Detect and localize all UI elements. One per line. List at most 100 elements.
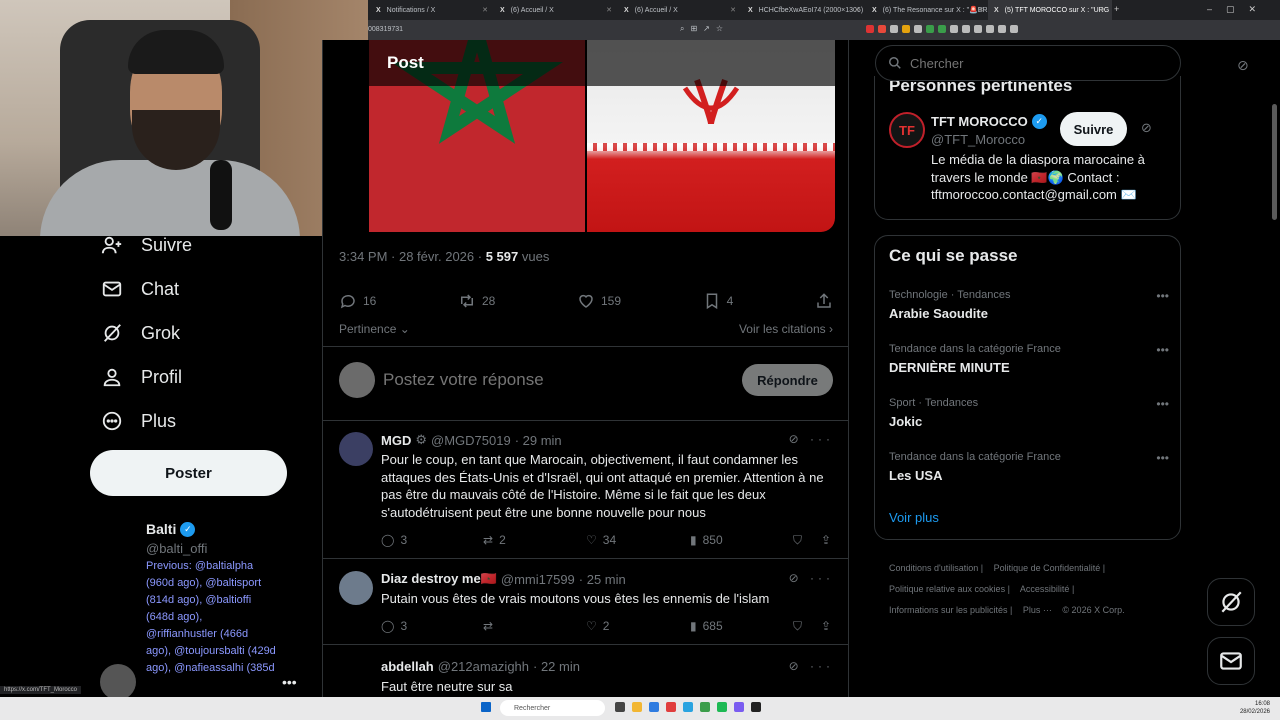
page-scrollbar[interactable] xyxy=(1272,104,1277,220)
trend-more-icon[interactable]: ••• xyxy=(1156,343,1169,357)
sort-dropdown[interactable]: Pertinence ⌄ xyxy=(339,322,410,336)
nav-item-suivre[interactable]: Suivre xyxy=(100,233,192,257)
browser-tab[interactable]: X (6) Accueil / X ✕ xyxy=(494,0,618,20)
trend-item[interactable]: Technologie · Tendances Arabie Saoudite … xyxy=(889,289,1169,321)
browser-tab[interactable]: X (6) Accueil / X ✕ xyxy=(618,0,742,20)
trend-item[interactable]: Sport · Tendances Jokic ••• xyxy=(889,397,1169,429)
browser-tab[interactable]: X Notifications / X ✕ xyxy=(370,0,494,20)
tab-close-icon[interactable]: ✕ xyxy=(978,6,984,14)
nav-item-grok[interactable]: Grok xyxy=(100,321,180,345)
browser-tab[interactable]: X HCHCfbeXwAEoI74 (2000×1306) ✕ xyxy=(742,0,866,20)
share-action[interactable]: ⇪ xyxy=(821,533,831,547)
tweet-menu-icon[interactable]: ⊘ ··· xyxy=(789,432,834,446)
quotes-link-text: Voir les citations xyxy=(738,322,826,336)
like-action[interactable]: ♡ 34 xyxy=(586,533,616,547)
tft-name-text: TFT MOROCCO xyxy=(931,114,1028,129)
browser-tab[interactable]: X (6) The Resonance sur X : "🚨BREAK ✕ xyxy=(866,0,990,20)
windows-start-icon[interactable] xyxy=(481,702,491,712)
new-tab-icon[interactable]: + xyxy=(1114,4,1119,14)
bookmark-action[interactable]: 4 xyxy=(703,292,733,310)
footer-link[interactable]: Conditions d'utilisation | xyxy=(889,563,983,573)
tab-close-icon[interactable]: ✕ xyxy=(854,6,860,14)
block-icon[interactable]: ⊘ xyxy=(1141,120,1152,136)
tweet-author-handle[interactable]: @mmi17599 xyxy=(501,572,575,587)
tweet-author-name[interactable]: abdellah xyxy=(381,659,434,674)
views-action[interactable]: ▮ 685 xyxy=(690,619,723,633)
tft-name[interactable]: TFT MOROCCO ✓ xyxy=(931,114,1047,129)
trend-more-icon[interactable]: ••• xyxy=(1156,289,1169,303)
taskbar-clock[interactable]: 16:08 28/02/2026 xyxy=(1240,700,1270,716)
account-avatar[interactable] xyxy=(100,664,136,700)
taskbar-search[interactable]: Rechercher xyxy=(500,700,605,716)
trend-more-icon[interactable]: ••• xyxy=(1156,397,1169,411)
footer-link[interactable]: Plus ··· xyxy=(1023,605,1052,615)
browser-tab-active[interactable]: X (5) TFT MOROCCO sur X : "URG ✕ xyxy=(988,0,1112,20)
bookmark-action[interactable]: ⛉ xyxy=(793,533,802,548)
reply-tweet[interactable]: Diaz destroy me🇲🇦 @mmi17599 · 25 min ⊘ ·… xyxy=(323,559,848,645)
tft-handle[interactable]: @TFT_Morocco xyxy=(931,132,1025,147)
tweet-author-name[interactable]: MGD xyxy=(381,433,411,448)
address-tools-icon[interactable]: ⌕⊞↗☆ xyxy=(680,24,729,34)
tab-label: (6) Accueil / X xyxy=(634,6,678,14)
tab-close-icon[interactable]: ✕ xyxy=(482,6,488,14)
tweet-author-handle[interactable]: @MGD75019 xyxy=(431,433,511,448)
nav-item-chat[interactable]: Chat xyxy=(100,277,179,301)
share-action[interactable] xyxy=(815,292,833,310)
tft-avatar[interactable]: TF xyxy=(889,112,925,148)
see-more-link[interactable]: Voir plus xyxy=(889,510,939,525)
footer-link[interactable]: Politique relative aux cookies | xyxy=(889,584,1010,594)
tweet-menu-icon[interactable]: ⊘ ··· xyxy=(789,571,834,585)
footer-link[interactable]: Informations sur les publicités | xyxy=(889,605,1012,615)
reply-tweet[interactable]: abdellah @212amazighh · 22 min ⊘ ··· Fau… xyxy=(323,645,848,700)
messages-fab[interactable] xyxy=(1207,637,1255,685)
tweet-time[interactable]: · 22 min xyxy=(533,659,580,674)
reply-count: 16 xyxy=(363,294,377,308)
status-url: https://x.com/TFT_Morocco xyxy=(0,686,82,694)
tweet-author-name[interactable]: Diaz destroy me🇲🇦 xyxy=(381,571,497,587)
post-timestamp[interactable]: 3:34 PM · 28 févr. 2026 · xyxy=(339,249,486,264)
repost-action[interactable]: 28 xyxy=(458,292,495,310)
tweet-time[interactable]: · 29 min xyxy=(515,433,562,448)
post-button[interactable]: Poster xyxy=(90,450,287,496)
footer-link[interactable]: Politique de Confidentialité | xyxy=(994,563,1105,573)
share-action[interactable]: ⇪ xyxy=(821,619,831,633)
window-controls[interactable]: –▢✕ xyxy=(1207,4,1270,15)
tweet-menu-icon[interactable]: ⊘ ··· xyxy=(789,659,834,673)
footer-link[interactable]: Accessibilité | xyxy=(1020,584,1074,594)
like-action[interactable]: 159 xyxy=(577,292,621,310)
nav-item-profil[interactable]: Profil xyxy=(100,365,182,389)
trend-item[interactable]: Tendance dans la catégorie France Les US… xyxy=(889,451,1169,483)
trend-item[interactable]: Tendance dans la catégorie France DERNIÈ… xyxy=(889,343,1169,375)
repost-action[interactable]: ⇄ xyxy=(483,619,493,633)
extension-icons[interactable] xyxy=(866,25,1018,33)
quotes-link[interactable]: Voir les citations › xyxy=(739,322,833,336)
trend-more-icon[interactable]: ••• xyxy=(1156,451,1169,465)
account-more-icon[interactable]: ••• xyxy=(282,674,297,690)
views-action[interactable]: ▮ 850 xyxy=(690,533,723,547)
tweet-avatar[interactable] xyxy=(339,432,373,466)
nav-item-plus[interactable]: Plus xyxy=(100,409,176,433)
tab-close-icon[interactable]: ✕ xyxy=(730,6,736,14)
reply-action[interactable]: ◯ 3 xyxy=(381,533,407,547)
search-input[interactable] xyxy=(910,55,1150,71)
reply-action[interactable]: ◯ 3 xyxy=(381,619,407,633)
bookmark-action[interactable]: ⛉ xyxy=(793,619,802,634)
block-icon[interactable]: ⊘ xyxy=(1237,57,1249,74)
like-action[interactable]: ♡ 2 xyxy=(586,619,609,633)
reply-action[interactable]: 16 xyxy=(339,292,376,310)
repost-action[interactable]: ⇄ 2 xyxy=(483,533,506,547)
account-name[interactable]: Balti ✓ xyxy=(146,521,196,537)
tab-close-icon[interactable]: ✕ xyxy=(606,6,612,14)
tab-close-icon[interactable]: ✕ xyxy=(1100,6,1106,14)
reply-input[interactable] xyxy=(383,370,683,390)
bookmark-icon: ⛉ xyxy=(793,533,803,547)
reply-icon xyxy=(340,294,355,309)
tweet-author-handle[interactable]: @212amazighh xyxy=(438,659,529,674)
reply-button[interactable]: Répondre xyxy=(742,364,833,396)
tweet-avatar[interactable] xyxy=(339,571,373,605)
grok-fab[interactable] xyxy=(1207,578,1255,626)
tweet-time[interactable]: · 25 min xyxy=(579,572,626,587)
reply-tweet[interactable]: MGD ⚙ @MGD75019 · 29 min ⊘ ··· Pour le c… xyxy=(323,420,848,559)
taskbar-apps[interactable] xyxy=(615,702,761,712)
follow-button[interactable]: Suivre xyxy=(1060,112,1127,146)
